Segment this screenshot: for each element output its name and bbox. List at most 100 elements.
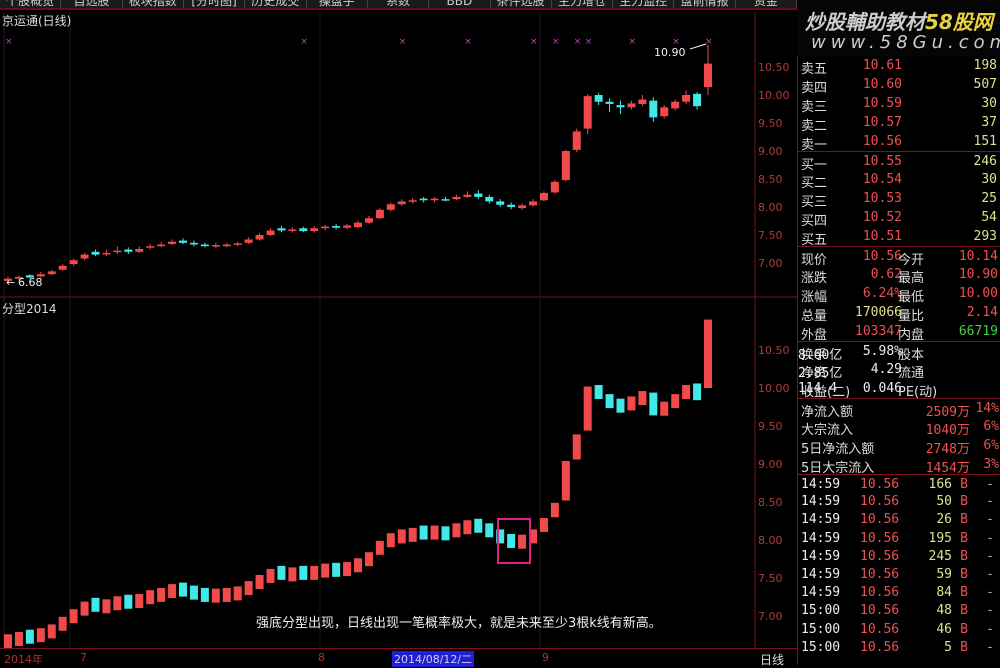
fractal-bar (485, 523, 494, 538)
fractal-bar (550, 502, 559, 518)
candle-body (408, 200, 417, 202)
fractal-bar (408, 527, 417, 542)
candle-body (244, 239, 253, 243)
bid-price: 10.53 (862, 191, 902, 206)
fractal-bar (168, 584, 177, 599)
candle-body (211, 245, 220, 247)
candle-body (518, 205, 527, 209)
upper-axis-label: 8.50 (758, 173, 783, 186)
watermark-url: www.58Gu.com (811, 32, 1000, 53)
bid-volume: 54 (981, 210, 997, 225)
tick-volume: 48 (936, 603, 952, 619)
menu-item[interactable]: 条件选股 (491, 0, 552, 8)
menu-item[interactable]: 主力监控 (613, 0, 675, 8)
fractal-bar (222, 587, 231, 602)
menu-item[interactable]: 资金 (736, 0, 797, 8)
fractal-bar (660, 401, 669, 416)
fractal-bar (288, 567, 297, 582)
tick-volume: 166 (928, 477, 952, 492)
fractal-bar (430, 525, 439, 540)
menu-item[interactable]: 盘前情报 (674, 0, 736, 8)
tick-volume: 50 (936, 494, 952, 510)
tick-row: 14:59 10.56 166 B - (798, 474, 1000, 492)
fractal-bar (233, 586, 242, 601)
lower-axis-label: 9.50 (758, 420, 783, 433)
bid-row: 买五 10.51 293 (798, 227, 1000, 248)
tick-row: 14:59 10.56 84 B - (801, 585, 994, 601)
quote-value: 6.24% (862, 286, 902, 301)
top-menu-bar: 个股概览 自选股 板块指数 [分时图] 历史成交 操盘手 系数 BBD 条件选股 主力增仓 主力监控… (0, 0, 797, 10)
upper-axis-label: 7.50 (758, 229, 783, 242)
tick-price: 10.56 (860, 494, 900, 510)
fractal-bar (386, 533, 395, 548)
quote-row: 涨幅 6.24% 最低 10.00 (798, 284, 1000, 305)
fractal-bar (452, 523, 461, 538)
lower-chart-title: 分型2014 (2, 302, 57, 316)
menu-item[interactable]: 个股概览 (0, 0, 62, 8)
tick-side: B (960, 512, 968, 528)
period-selector[interactable]: 日线 (760, 651, 784, 668)
quote-value: 10.00 (958, 286, 998, 301)
candle-body (332, 226, 341, 228)
fractal-bar (364, 552, 373, 567)
fractal-bar (539, 518, 548, 532)
bid-volume: 25 (981, 191, 997, 206)
menu-item[interactable]: [分时图] (184, 0, 246, 8)
menu-item[interactable]: BBD (429, 0, 491, 8)
kline-chart-area[interactable]: 10.50 10.50 10.00 10.00 9.50 9.50 9.00 9.00 8.50… (0, 12, 797, 665)
candle-body (507, 204, 516, 207)
flow-percent: 6% (983, 438, 999, 453)
menu-item[interactable]: 操盘手 (307, 0, 368, 8)
quote-panel: 卖五 10.61 198 卖四 10.60 507 卖三 10.59 30 卖二 10.57 37 卖一… (797, 56, 1000, 665)
fractal-bar (4, 634, 12, 649)
low-arrow: ← (6, 276, 15, 289)
tick-time: 14:59 (801, 477, 841, 492)
quote-row: 涨跌 0.62 最高 10.90 (798, 265, 1000, 286)
fractal-bar (179, 582, 187, 597)
upper-axis-label: 9.50 (758, 117, 783, 130)
candle-body (441, 199, 450, 201)
fractal-bar (397, 529, 406, 544)
candle-body (452, 196, 461, 200)
bid-volume: 30 (981, 172, 997, 187)
bid-row: 买三 10.53 25 (798, 189, 1000, 210)
menu-item[interactable]: 历史成交 (245, 0, 307, 8)
candle-body (704, 63, 712, 88)
upper-axis-label: 10.50 (758, 61, 790, 74)
kline-chart-svg[interactable]: 10.50 10.50 10.00 10.00 9.50 9.50 9.00 9.00 8.50… (0, 12, 797, 649)
fractal-bar (354, 558, 362, 573)
candle-body (550, 181, 559, 193)
bid-volume: 293 (973, 229, 997, 244)
tick-side: B (960, 548, 968, 564)
flow-percent: 6% (983, 419, 999, 434)
tick-volume: 195 (928, 530, 952, 546)
fund-row: 净资 4.29 流通 2.85亿 (798, 360, 1000, 381)
tick-price: 10.56 (860, 477, 900, 492)
tick-time: 14:59 (801, 530, 841, 546)
fund-row: 收益(二) 0.046 PE(动) 114.4 (798, 379, 1000, 400)
tick-row: 14:59 10.56 59 B - (801, 566, 994, 582)
lower-axis-label: 7.50 (758, 572, 783, 585)
menu-item[interactable]: 自选股 (61, 0, 123, 8)
fractal-bar (299, 565, 308, 580)
strategy-note: 强底分型出现，日线出现一笔概率极大，就是未来至少3根k线有新高。 (256, 616, 662, 631)
fractal-bar (102, 599, 111, 614)
menu-item[interactable]: 系数 (368, 0, 430, 8)
upper-axis-label: 9.00 (758, 145, 783, 158)
fractal-bar (441, 526, 450, 541)
bid-price: 10.55 (862, 154, 902, 169)
time-axis-month-8: 8 (318, 651, 325, 664)
tick-side: B (960, 603, 968, 619)
fractal-bar (36, 628, 45, 643)
watermark-line1: 炒股輔助教材58股网 (805, 10, 993, 34)
fractal-bar (474, 518, 483, 533)
tick-volume: 46 (936, 621, 952, 637)
tick-volume: 26 (936, 512, 952, 528)
upper-axis-label: 10.00 (758, 89, 790, 102)
candle-body (375, 209, 384, 219)
menu-item[interactable]: 主力增仓 (552, 0, 614, 8)
tick-side: B (960, 585, 968, 601)
candle-body (47, 271, 56, 275)
ask-row: 卖五 10.61 198 (798, 56, 1000, 77)
menu-item[interactable]: 板块指数 (123, 0, 184, 8)
